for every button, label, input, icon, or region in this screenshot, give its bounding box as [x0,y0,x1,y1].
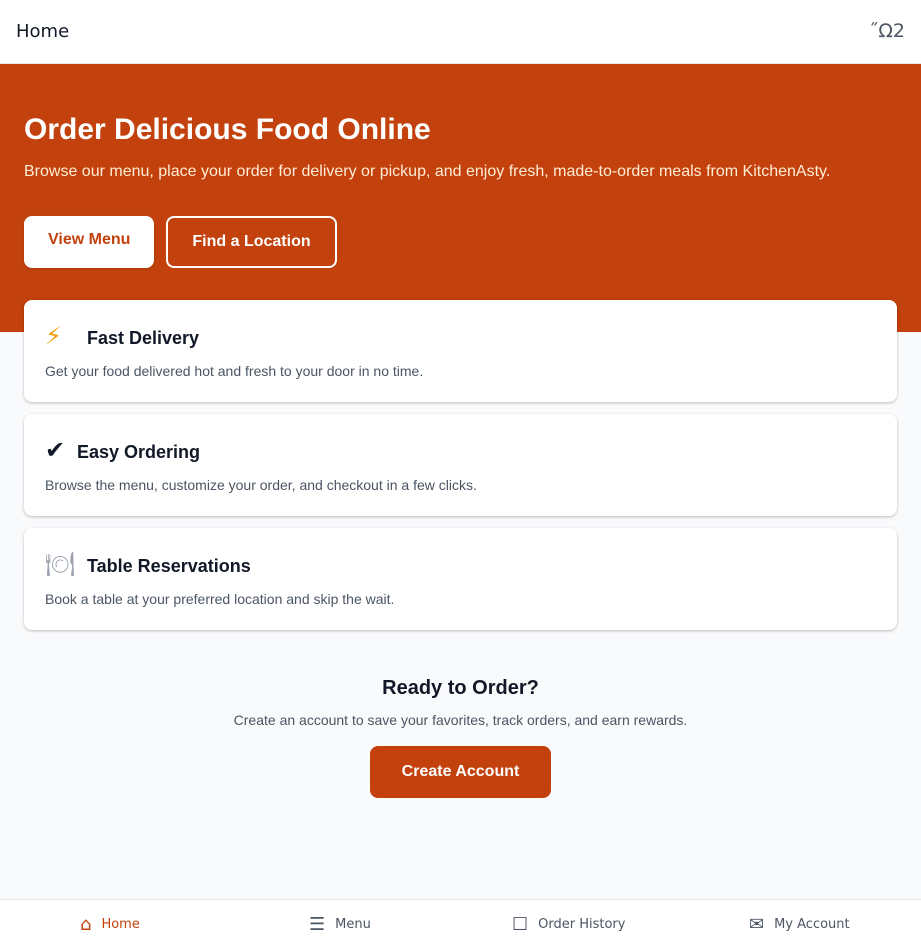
find-location-button[interactable]: Find a Location [166,216,337,268]
feature-description: Browse the menu, customize your order, a… [45,477,477,493]
bottom-navigation: ⌂ Home ☰ Menu ☐ Order History ✉ My Accou… [0,899,921,948]
feature-card-fast-delivery: ⚡ Fast Delivery Get your food delivered … [24,300,897,402]
hero-title: Order Delicious Food Online [24,113,431,146]
nav-item-my-account[interactable]: ✉ My Account [749,900,850,948]
nav-item-menu[interactable]: ☰ Menu [309,900,371,948]
nav-item-label: My Account [774,917,850,932]
cta-description: Create an account to save your favorites… [233,712,688,728]
feature-description: Get your food delivered hot and fresh to… [45,363,424,379]
feature-title: Easy Ordering [77,442,201,462]
feature-card-table-reservations: 🍽 Table Reservations Book a table at you… [24,528,897,630]
feature-title: Table Reservations [87,556,251,576]
nav-item-home[interactable]: ⌂ Home [80,900,140,948]
feature-description: Book a table at your preferred location … [45,591,395,607]
checkmark-icon: ✔ [45,436,66,464]
feature-card-easy-ordering: ✔ Easy Ordering Browse the menu, customi… [24,414,897,516]
nav-item-label: Order History [538,917,626,932]
hero-subtitle: Browse our menu, place your order for de… [24,163,831,180]
nav-item-label: Menu [335,917,371,932]
nav-item-label: Home [101,917,140,932]
hero-banner: Order Delicious Food Online Browse our m… [0,64,921,332]
home-icon: ⌂ [80,913,92,935]
view-menu-button[interactable]: View Menu [24,216,154,268]
page-title: Home [16,21,70,42]
feature-title: Fast Delivery [87,328,200,348]
top-app-bar: Home ˝Ω2 [0,0,921,64]
nav-item-order-history[interactable]: ☐ Order History [512,900,625,948]
plate-icon: 🍽 [45,550,76,578]
cta-title: Ready to Order? [382,677,539,699]
account-icon[interactable]: ˝Ω2 [869,20,905,42]
lightning-icon: ⚡ [45,322,62,350]
order-history-icon: ☐ [512,913,529,935]
menu-icon: ☰ [309,913,326,935]
envelope-icon: ✉ [749,913,765,935]
create-account-button[interactable]: Create Account [370,746,551,798]
